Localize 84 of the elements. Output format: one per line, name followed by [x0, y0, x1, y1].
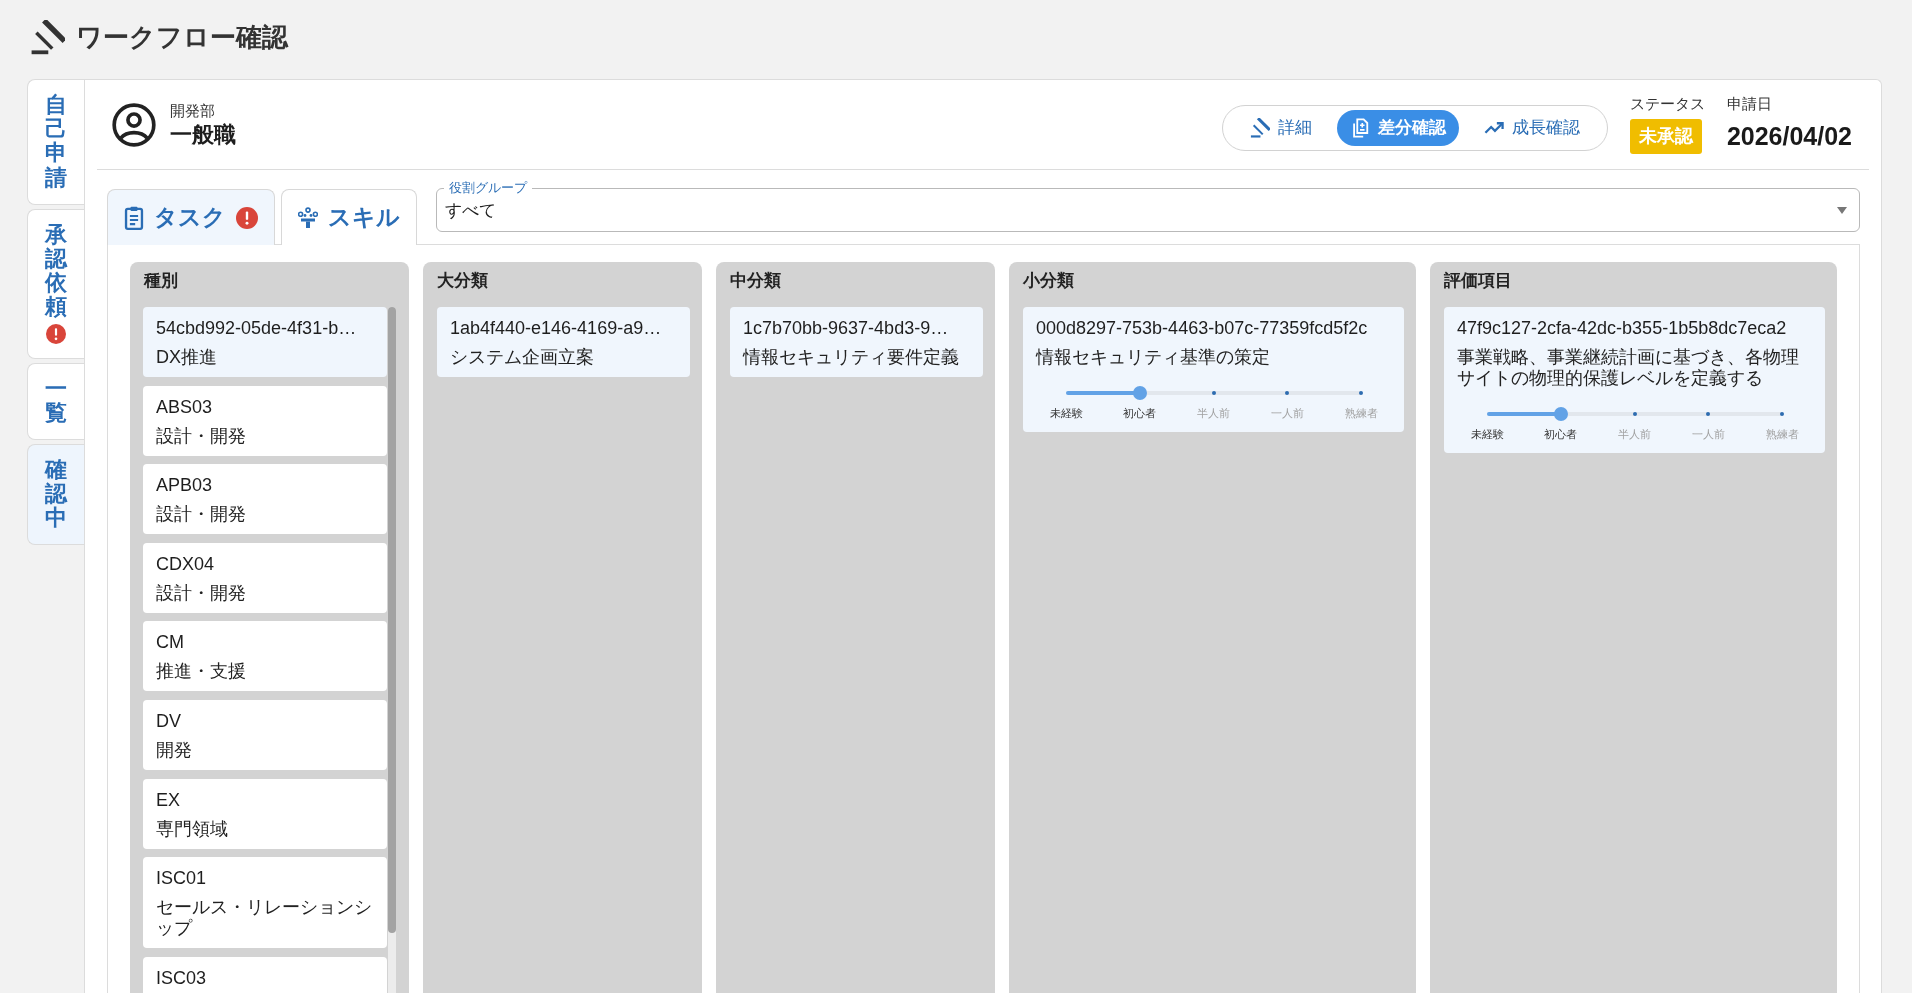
- date-label: 申請日: [1726, 95, 1772, 113]
- side-tab[interactable]: 一覧: [27, 362, 84, 440]
- list-card[interactable]: 47f9c127-2cfa-42dc-b355-1b5b8dc7eca2 事業戦略、事業継続計画に基づき、各物理サイトの物理的保護レベルを定義する 未経験 初心者 半人前 一人前 熟練者: [1444, 307, 1825, 453]
- level-label: 半人前: [1617, 427, 1652, 441]
- clipboard-icon: [124, 205, 144, 230]
- item-code: CDX04: [156, 552, 216, 576]
- position-title: 一般職: [170, 120, 236, 149]
- level-label: 初心者: [1543, 427, 1579, 441]
- list-card[interactable]: APB03 設計・開発: [143, 464, 387, 535]
- item-code: 1c7b70bb-9637-4bd3-9…: [743, 317, 950, 340]
- view-toggle-button[interactable]: 成長確認: [1470, 109, 1593, 146]
- side-tab[interactable]: 自己申請: [27, 79, 84, 205]
- level-label: 熟練者: [1343, 406, 1379, 420]
- step-dot-icon: [1285, 391, 1290, 395]
- app-title: ワークフロー確認: [76, 21, 288, 54]
- user-circle-icon: [112, 102, 156, 147]
- list-card[interactable]: ABS03 設計・開発: [143, 385, 387, 456]
- item-code: APB03: [156, 474, 214, 498]
- item-name: 設計・開発: [156, 425, 247, 447]
- department-label: 開発部: [170, 100, 216, 121]
- slider-track[interactable]: [1066, 385, 1361, 401]
- tab[interactable]: スキル: [281, 189, 417, 245]
- status-badge: 未承認: [1629, 119, 1702, 154]
- level-label: 一人前: [1269, 406, 1305, 420]
- item-name: DX推進: [156, 347, 218, 368]
- item-code: 47f9c127-2cfa-42dc-b355-1b5b8dc7eca2: [1457, 317, 1788, 340]
- gavel-icon: [1249, 117, 1270, 138]
- item-code: 1ab4f440-e146-4169-a9…: [450, 317, 663, 340]
- item-code: ISC03: [156, 966, 208, 990]
- list-card[interactable]: EX 専門領域: [143, 778, 387, 849]
- item-code: CM: [156, 631, 185, 655]
- item-name: 設計・開発: [156, 582, 247, 604]
- list-card[interactable]: ISC03: [143, 956, 387, 993]
- list-card[interactable]: ISC01 セールス・リレーションシップ: [143, 857, 387, 949]
- column-header: 中分類: [729, 270, 782, 292]
- item-name: 推進・支援: [156, 661, 247, 683]
- tab[interactable]: タスク: [107, 189, 275, 245]
- nodes-icon: [298, 205, 318, 230]
- caret-icon: [1837, 206, 1847, 214]
- level-label: 初心者: [1122, 406, 1158, 420]
- date-value: 2026/04/02: [1726, 121, 1852, 152]
- list-card[interactable]: 1c7b70bb-9637-4bd3-9… 情報セキュリティ要件定義: [730, 307, 983, 377]
- slider-thumb[interactable]: [1553, 407, 1568, 421]
- column-header: 大分類: [436, 270, 489, 292]
- level-label: 一人前: [1690, 427, 1726, 441]
- item-code: EX: [156, 788, 181, 812]
- view-toggle-button[interactable]: 詳細: [1236, 109, 1325, 146]
- level-label: 熟練者: [1764, 427, 1800, 441]
- list-card[interactable]: CDX04 設計・開発: [143, 542, 387, 613]
- list-card[interactable]: CM 推進・支援: [143, 621, 387, 692]
- list-card[interactable]: 54cbd992-05de-4f31-b… DX推進: [143, 307, 387, 377]
- item-name: 事業戦略、事業継続計画に基づき、各物理サイトの物理的保護レベルを定義する: [1457, 347, 1800, 389]
- step-dot-icon: [1359, 391, 1363, 395]
- list-card[interactable]: 000d8297-753b-4463-b07c-77359fcd5f2c 情報セキュリティ基準の策定 未経験 初心者 半人前 一人前 熟練者: [1023, 307, 1404, 432]
- status-label: ステータス: [1629, 95, 1705, 113]
- item-code: ISC01: [156, 867, 208, 891]
- item-code: 000d8297-753b-4463-b07c-77359fcd5f2c: [1036, 317, 1369, 340]
- gavel-icon: [30, 20, 65, 55]
- side-tab[interactable]: 確認中: [27, 443, 84, 546]
- column-header: 種別: [142, 270, 179, 292]
- item-name: 開発: [156, 739, 193, 761]
- item-name: 情報セキュリティ基準の策定: [1036, 347, 1271, 368]
- step-dot-icon: [1632, 412, 1637, 416]
- level-label: 未経験: [1469, 427, 1505, 441]
- item-name: セールス・リレーションシップ: [156, 897, 373, 940]
- level-label: 未経験: [1048, 406, 1084, 420]
- slider-thumb[interactable]: [1132, 386, 1147, 400]
- item-code: ABS03: [156, 395, 214, 419]
- item-name: 専門領域: [156, 818, 229, 840]
- side-tab[interactable]: 承認依頼: [27, 208, 84, 359]
- list-card[interactable]: DV 開発: [143, 699, 387, 770]
- list-card[interactable]: 1ab4f440-e146-4169-a9… システム企画立案: [437, 307, 690, 377]
- slider-track[interactable]: [1487, 406, 1782, 422]
- step-dot-icon: [1780, 412, 1784, 416]
- step-dot-icon: [1211, 391, 1216, 395]
- step-dot-icon: [1706, 412, 1711, 416]
- item-code: DV: [156, 709, 182, 733]
- item-name: システム企画立案: [450, 347, 595, 368]
- column-header: 評価項目: [1443, 270, 1513, 292]
- item-code: 54cbd992-05de-4f31-b…: [156, 317, 358, 340]
- column-header: 小分類: [1022, 270, 1075, 292]
- level-label: 半人前: [1196, 406, 1231, 420]
- item-name: 情報セキュリティ要件定義: [743, 347, 960, 368]
- item-name: 設計・開発: [156, 504, 247, 526]
